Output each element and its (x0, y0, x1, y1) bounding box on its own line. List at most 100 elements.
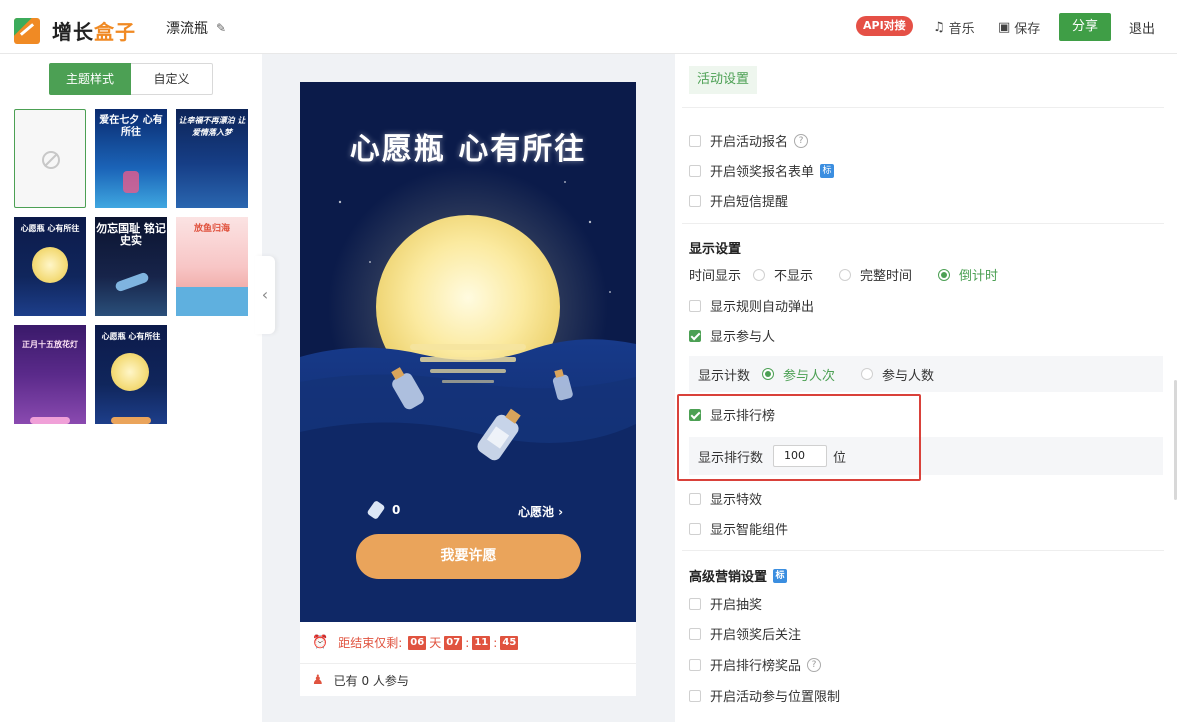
bottle-counter: 0 (366, 500, 401, 520)
participants-text: 已有 0 人参与 (333, 673, 409, 688)
radio-countdown[interactable] (938, 268, 951, 281)
checkbox[interactable] (689, 164, 701, 177)
checkbox[interactable] (689, 597, 701, 610)
option-label: 开启领奖报名表单 (710, 165, 815, 180)
theme-thumb-title: 正月十五放花灯 (22, 340, 78, 349)
tab-custom[interactable]: 自定义 (131, 63, 213, 95)
countdown-label: 距结束仅剩: (338, 636, 403, 650)
theme-thumb[interactable]: 爱在七夕 心有所往 (95, 109, 167, 208)
divider (682, 107, 1164, 108)
moon-icon (111, 353, 149, 391)
radio-label[interactable]: 不显示 (774, 265, 813, 284)
participants-bar: ♟ 已有 0 人参与 (300, 664, 636, 696)
sea-shape (176, 287, 248, 316)
activity-settings-tag[interactable]: 活动设置 (689, 66, 758, 94)
advanced-title: 高级营销设置 (689, 570, 768, 585)
radio-participation-times[interactable] (762, 368, 775, 380)
edit-icon[interactable]: ✎ (216, 21, 226, 35)
alarm-clock-icon: ⏰ (312, 635, 329, 650)
help-icon[interactable]: ? (794, 133, 809, 148)
option-location-limit[interactable]: 开启活动参与位置限制 (689, 686, 840, 705)
countdown-bar: ⏰ 距结束仅剩: 06 天 07 : 11 : 45 (300, 622, 636, 664)
highlight-box (677, 394, 921, 481)
display-settings-heading: 显示设置 (689, 242, 742, 257)
logo-text: 增长盒子 (52, 20, 136, 44)
app-logo[interactable]: 增长盒子 (14, 16, 136, 45)
option-lottery[interactable]: 开启抽奖 (689, 594, 762, 613)
tab-theme-style[interactable]: 主题样式 (49, 63, 131, 95)
colon-separator: : (493, 635, 498, 650)
radio-label[interactable]: 完整时间 (860, 265, 912, 284)
help-icon[interactable]: ? (807, 657, 822, 672)
activity-title[interactable]: 漂流瓶 ✎ (166, 18, 226, 38)
checkbox[interactable] (689, 658, 701, 671)
option-activity-signup[interactable]: 开启活动报名 ? (689, 131, 809, 150)
checkbox[interactable] (689, 689, 701, 702)
option-label: 开启抽奖 (710, 598, 763, 613)
option-rules-popup[interactable]: 显示规则自动弹出 (689, 296, 814, 315)
checkbox[interactable] (689, 299, 701, 312)
wish-pool-link[interactable]: 心愿池 › (518, 503, 563, 520)
radio-label[interactable]: 倒计时 (959, 265, 998, 284)
option-label: 显示特效 (710, 493, 763, 508)
bottle-icon (123, 171, 139, 193)
make-wish-button[interactable]: 我要许愿 (356, 534, 581, 579)
bottle-count-value: 0 (392, 503, 401, 517)
music-button[interactable]: ♫ 音乐 (933, 18, 975, 37)
theme-thumb-title: 爱在七夕 心有所往 (99, 115, 163, 138)
theme-thumb[interactable]: 心愿瓶 心有所往 (14, 217, 86, 316)
option-label: 显示参与人 (710, 330, 776, 345)
colon-separator: : (465, 635, 470, 650)
divider (682, 550, 1164, 551)
share-button[interactable]: 分享 (1059, 13, 1111, 41)
poster-title: 心愿瓶 心有所往 (349, 132, 587, 167)
save-button[interactable]: ▣ 保存 (998, 18, 1040, 37)
option-follow-after-prize[interactable]: 开启领奖后关注 (689, 624, 801, 643)
checkbox[interactable] (689, 492, 701, 505)
option-label: 显示智能组件 (710, 523, 789, 538)
radio-label[interactable]: 参与人次 (783, 365, 835, 384)
radio-full-time[interactable] (839, 268, 852, 281)
radio-hide-time[interactable] (753, 268, 766, 281)
checkbox[interactable] (689, 627, 701, 640)
theme-thumb[interactable]: 放鱼归海 (176, 217, 248, 316)
theme-thumb-title: 让幸福不再漂泊 让爱情落入梦 (178, 116, 246, 137)
standard-badge-icon: 标 (773, 568, 788, 583)
theme-thumb[interactable]: 心愿瓶 心有所往 (95, 325, 167, 424)
thumb-button-shape (111, 417, 151, 424)
countdown-hours: 07 (444, 635, 463, 650)
checkbox[interactable] (689, 134, 701, 147)
users-icon: ♟ (312, 672, 324, 688)
theme-thumb[interactable]: 让幸福不再漂泊 让爱情落入梦 (176, 109, 248, 208)
theme-thumb-none[interactable] (14, 109, 86, 208)
save-icon: ▣ (998, 20, 1011, 35)
no-theme-icon (42, 151, 60, 169)
exit-button[interactable]: 退出 (1129, 18, 1155, 37)
countdown-minutes: 11 (472, 635, 491, 650)
api-badge[interactable]: API对接 (856, 16, 913, 36)
collapse-panel-button[interactable]: ‹ (255, 256, 275, 334)
theme-tabs: 主题样式 自定义 (49, 63, 213, 95)
option-show-participants[interactable]: 显示参与人 (689, 326, 775, 345)
theme-thumb-title: 心愿瓶 心有所往 (101, 332, 161, 341)
advanced-settings-heading: 高级营销设置 标 (689, 566, 788, 585)
theme-thumb-title: 心愿瓶 心有所往 (20, 224, 80, 233)
option-show-effects[interactable]: 显示特效 (689, 489, 762, 508)
option-label: 开启活动报名 (710, 135, 789, 150)
option-sms-reminder[interactable]: 开启短信提醒 (689, 191, 788, 210)
option-label: 开启短信提醒 (710, 195, 789, 210)
activity-title-text: 漂流瓶 (166, 21, 208, 37)
option-smart-widget[interactable]: 显示智能组件 (689, 519, 788, 538)
radio-participant-count[interactable] (861, 368, 874, 380)
option-label: 开启领奖后关注 (710, 628, 802, 643)
checkbox[interactable] (689, 194, 701, 207)
option-ranking-prize[interactable]: 开启排行榜奖品 ? (689, 655, 822, 674)
count-label: 显示计数 (698, 368, 751, 384)
theme-thumb[interactable]: 正月十五放花灯 (14, 325, 86, 424)
checkbox-checked[interactable] (689, 329, 701, 342)
checkbox[interactable] (689, 522, 701, 535)
theme-thumb[interactable]: 勿忘国耻 铭记史实 (95, 217, 167, 316)
option-prize-form[interactable]: 开启领奖报名表单 标 (689, 161, 835, 180)
save-label: 保存 (1014, 22, 1041, 37)
radio-label[interactable]: 参与人数 (882, 365, 934, 384)
